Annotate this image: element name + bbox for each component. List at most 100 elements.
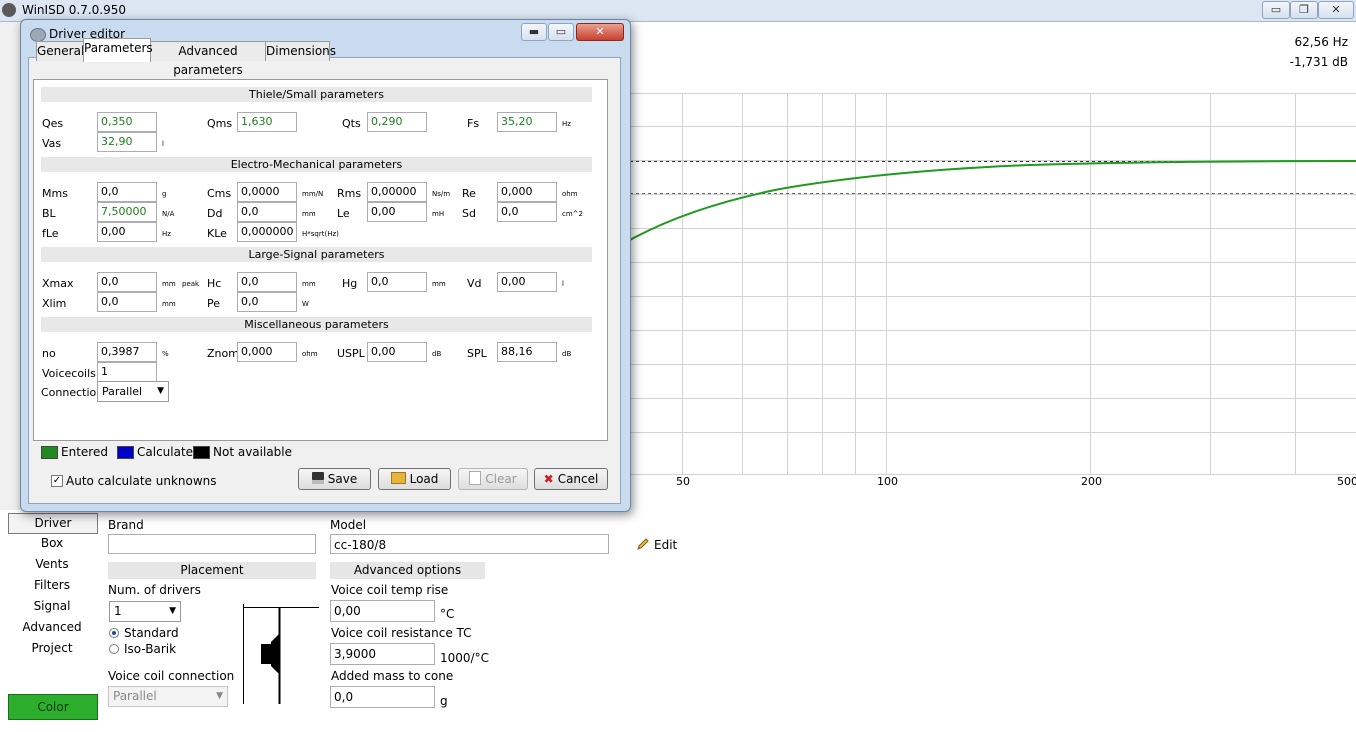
vd-field[interactable]: 0,00 (497, 272, 557, 292)
vc-temp-label: Voice coil temp rise (331, 583, 449, 597)
nav-project-button[interactable]: Project (8, 639, 96, 658)
cancel-button[interactable]: ✖ Cancel (534, 468, 608, 490)
fs-label: Fs (467, 117, 480, 130)
save-button[interactable]: Save (298, 468, 371, 490)
load-button[interactable]: Load (378, 468, 451, 490)
color-button[interactable]: Color (8, 694, 98, 720)
qts-field[interactable]: 0,290 (367, 112, 427, 132)
kle-field[interactable]: 0,000000 (237, 222, 297, 242)
em-section-header: Electro-Mechanical parameters (41, 157, 592, 172)
folder-icon (390, 472, 406, 484)
no-label: no (42, 347, 56, 360)
znom-unit: ohm (302, 350, 318, 358)
tab-general[interactable]: General (36, 41, 85, 61)
spl-field[interactable]: 88,16 (497, 342, 557, 362)
standard-radio[interactable] (109, 628, 119, 638)
tab-advanced-parameters[interactable]: Advanced parameters (149, 41, 267, 77)
connection-select[interactable]: Parallel ▼ (97, 381, 169, 402)
dd-unit: mm (302, 210, 316, 218)
cursor-readout: 62,56 Hz -1,731 dB (1290, 32, 1348, 72)
hc-field[interactable]: 0,0 (237, 272, 297, 292)
mms-unit: g (162, 190, 167, 198)
qes-field[interactable]: 0,350 (97, 112, 157, 132)
uspl-label: USPL (337, 347, 365, 360)
vc-res-unit: 1000/°C (440, 651, 489, 665)
ts-section-header: Thiele/Small parameters (41, 87, 592, 102)
minimize-button[interactable]: ▭ (1262, 1, 1290, 19)
edit-button[interactable]: Edit (654, 538, 677, 552)
spl-label: SPL (467, 347, 487, 360)
bl-field[interactable]: 7,50000 (97, 202, 157, 222)
load-label: Load (409, 472, 439, 486)
vc-res-field[interactable]: 3,9000 (330, 643, 435, 665)
qes-label: Qes (42, 117, 64, 130)
brand-field[interactable] (108, 534, 316, 554)
legend-entered-swatch (41, 446, 58, 459)
qms-field[interactable]: 1,630 (237, 112, 297, 132)
sd-field[interactable]: 0,0 (497, 202, 557, 222)
rms-label: Rms (337, 187, 362, 200)
xmax-field[interactable]: 0,0 (97, 272, 157, 292)
maximize-button[interactable]: ❐ (1290, 1, 1318, 19)
cms-field[interactable]: 0,0000 (237, 182, 297, 202)
le-field[interactable]: 0,00 (367, 202, 427, 222)
added-mass-unit: g (440, 694, 448, 708)
bl-label: BL (42, 207, 56, 220)
connection-value: Parallel (102, 385, 143, 398)
znom-field[interactable]: 0,000 (237, 342, 297, 362)
uspl-unit: dB (432, 350, 442, 358)
num-drivers-select[interactable]: 1 ▼ (109, 601, 181, 622)
pe-field[interactable]: 0,0 (237, 292, 297, 312)
xmax-peak-unit: peak (182, 280, 200, 288)
re-field[interactable]: 0,000 (497, 182, 557, 202)
auto-calc-checkbox[interactable]: ✓ (51, 475, 63, 487)
cms-label: Cms (207, 187, 232, 200)
nav-driver-button[interactable]: Driver (8, 513, 98, 534)
sd-unit: cm^2 (562, 210, 583, 218)
hc-unit: mm (302, 280, 316, 288)
response-graph[interactable] (630, 93, 1356, 475)
misc-section-header: Miscellaneous parameters (41, 317, 592, 332)
brand-label: Brand (108, 518, 144, 532)
xlim-field[interactable]: 0,0 (97, 292, 157, 312)
xmax-unit: mm (162, 280, 176, 288)
hg-field[interactable]: 0,0 (367, 272, 427, 292)
no-field[interactable]: 0,3987 (97, 342, 157, 362)
pencil-icon[interactable] (636, 537, 650, 551)
added-mass-field[interactable]: 0,0 (330, 686, 435, 708)
vc-connection-value: Parallel (113, 689, 157, 703)
dd-field[interactable]: 0,0 (237, 202, 297, 222)
isobarik-radio[interactable] (109, 644, 119, 654)
fle-label: fLe (42, 227, 59, 240)
vas-field[interactable]: 32,90 (97, 132, 157, 152)
nav-box-button[interactable]: Box (8, 534, 96, 553)
num-drivers-value: 1 (114, 604, 122, 618)
nav-advanced-button[interactable]: Advanced (8, 618, 96, 637)
tab-dimensions[interactable]: Dimensions (265, 41, 336, 61)
dialog-close-button[interactable]: ✕ (576, 23, 624, 41)
fs-field[interactable]: 35,20 (497, 112, 557, 132)
nav-filters-button[interactable]: Filters (8, 576, 96, 595)
mms-label: Mms (42, 187, 68, 200)
advanced-options-header: Advanced options (330, 562, 485, 579)
uspl-field[interactable]: 0,00 (367, 342, 427, 362)
nav-vents-button[interactable]: Vents (8, 555, 96, 574)
vc-temp-field[interactable]: 0,00 (330, 600, 435, 622)
tab-parameters[interactable]: Parameters (83, 38, 153, 62)
model-field[interactable]: cc-180/8 (330, 534, 609, 554)
xlim-unit: mm (162, 300, 176, 308)
voicecoils-label: Voicecoils (42, 367, 96, 380)
vas-unit: l (162, 140, 164, 148)
app-title: WinISD 0.7.0.950 (22, 3, 127, 17)
mms-field[interactable]: 0,0 (97, 182, 157, 202)
close-button[interactable]: ✕ (1318, 1, 1354, 19)
chevron-down-icon: ▼ (216, 691, 223, 701)
nav-signal-button[interactable]: Signal (8, 597, 96, 616)
standard-label: Standard (124, 626, 179, 640)
le-label: Le (337, 207, 350, 220)
fle-field[interactable]: 0,00 (97, 222, 157, 242)
rms-field[interactable]: 0,00000 (367, 182, 427, 202)
voicecoils-field[interactable]: 1 (97, 362, 157, 382)
qts-label: Qts (342, 117, 361, 130)
graph-grid (630, 93, 1356, 475)
